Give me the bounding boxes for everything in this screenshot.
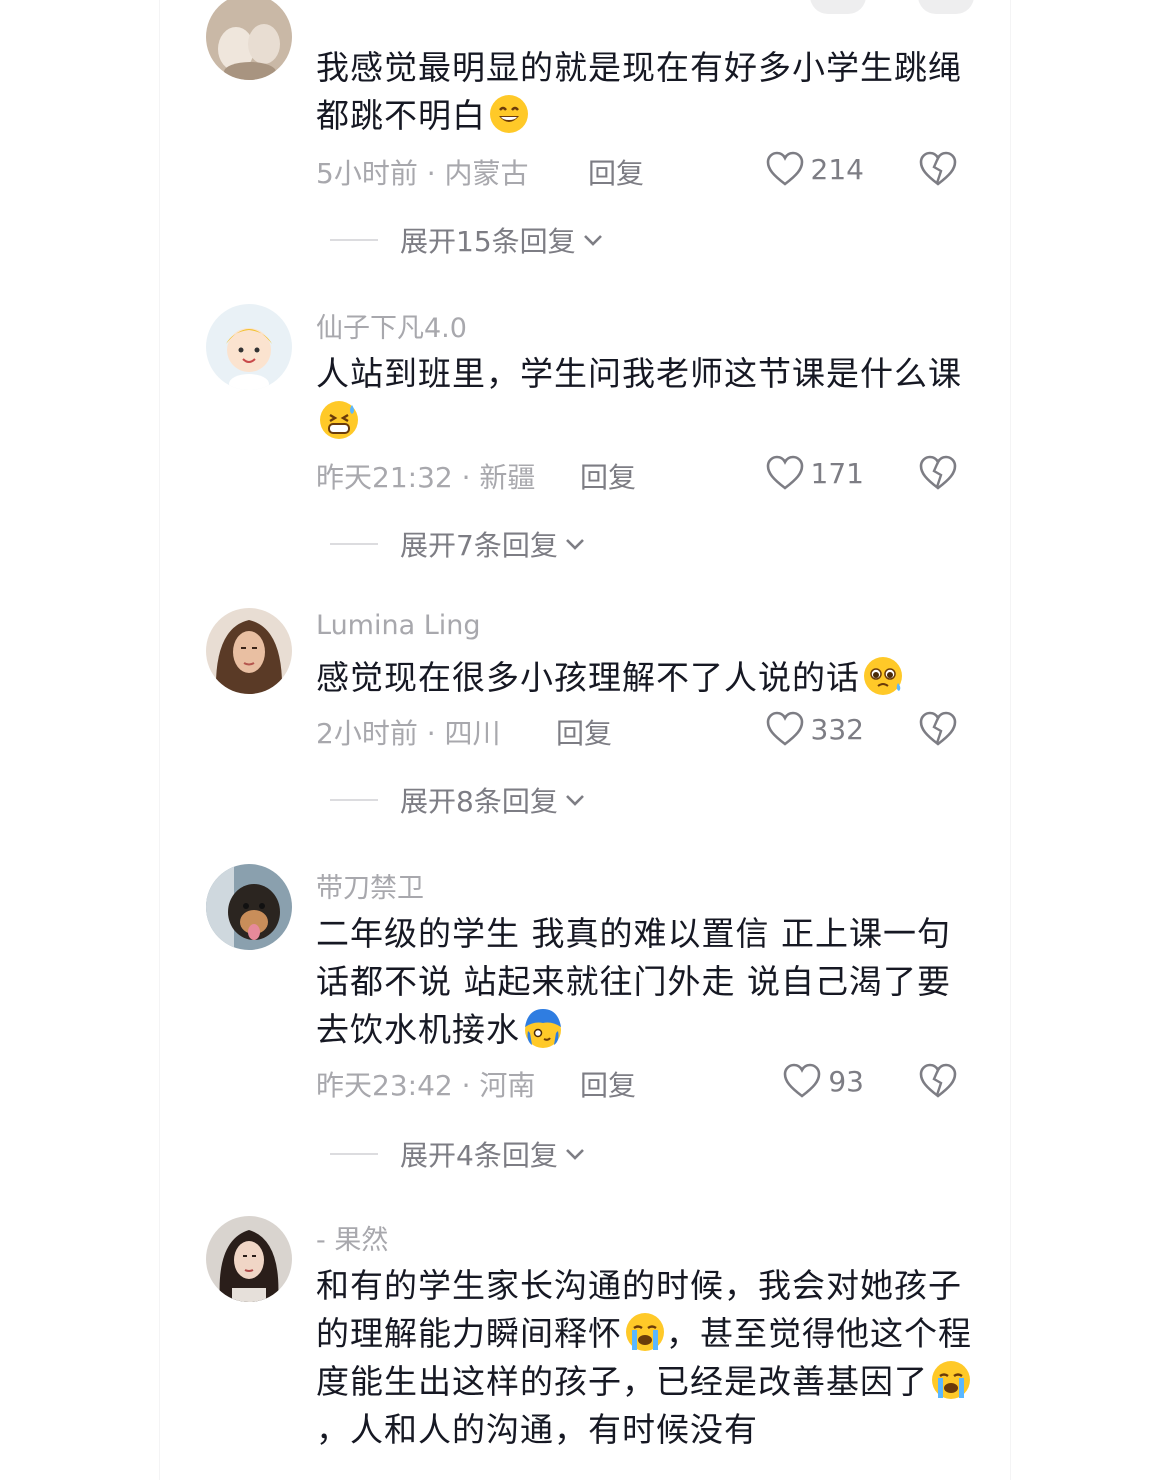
top-action-button-2[interactable] bbox=[918, 0, 974, 14]
broken-heart-icon[interactable] bbox=[918, 1062, 958, 1100]
heart-outline-icon bbox=[766, 711, 803, 746]
like-button[interactable]: 332 bbox=[765, 710, 864, 748]
comment-text: 二年级的学生 我真的难以置信 正上课一句话都不说 站起来就往门外走 说自己渴了要… bbox=[316, 914, 951, 1049]
expand-replies-label: 展开7条回复 bbox=[400, 529, 558, 562]
heart-outline-icon bbox=[784, 1063, 821, 1098]
pleading-face-emoji-icon bbox=[864, 657, 902, 695]
reply-button[interactable]: 回复 bbox=[556, 712, 612, 752]
like-count: 214 bbox=[810, 152, 864, 186]
grinning-sweat-emoji-icon bbox=[320, 401, 358, 439]
comment-username[interactable]: Lumina Ling bbox=[316, 610, 481, 641]
expand-replies-button[interactable]: 展开7条回复 bbox=[330, 524, 588, 564]
chevron-down-icon bbox=[565, 795, 584, 806]
comment-text: 我感觉最明显的就是现在有好多小学生跳绳都跳不明白 bbox=[316, 48, 962, 135]
expand-replies-button[interactable]: 展开4条回复 bbox=[330, 1134, 588, 1174]
grinning-emoji-icon bbox=[490, 95, 528, 133]
comment-username[interactable]: 带刀禁卫 bbox=[316, 866, 424, 905]
chevron-down-icon bbox=[565, 1149, 584, 1160]
avatar-image bbox=[206, 864, 292, 950]
divider-line bbox=[330, 799, 378, 801]
heart-outline-icon bbox=[766, 455, 803, 490]
comment-meta: 昨天23:42 · 河南 bbox=[316, 1069, 536, 1102]
heart-outline-icon bbox=[766, 151, 803, 186]
comment-meta: 2小时前 · 四川 bbox=[316, 717, 501, 750]
avatar-image bbox=[206, 608, 292, 694]
like-count: 171 bbox=[810, 456, 864, 490]
loudly-crying-emoji-icon bbox=[626, 1313, 664, 1351]
avatar[interactable] bbox=[206, 0, 292, 80]
chevron-down-icon bbox=[565, 539, 584, 550]
divider-line bbox=[330, 1153, 378, 1155]
avatar[interactable] bbox=[206, 304, 292, 390]
fainting-face-emoji-icon bbox=[525, 1009, 561, 1048]
expand-replies-label: 展开15条回复 bbox=[400, 225, 576, 258]
chevron-down-icon bbox=[583, 235, 602, 246]
expand-replies-button[interactable]: 展开15条回复 bbox=[330, 220, 606, 260]
like-button[interactable]: 93 bbox=[782, 1062, 864, 1100]
avatar-image bbox=[206, 1216, 292, 1302]
avatar-image bbox=[206, 304, 292, 390]
comments-panel: 我感觉最明显的就是现在有好多小学生跳绳都跳不明白 5小时前 · 内蒙古 回复 2… bbox=[160, 0, 1010, 1480]
expand-replies-button[interactable]: 展开8条回复 bbox=[330, 780, 588, 820]
like-count: 332 bbox=[810, 712, 864, 746]
comment-username[interactable]: - 果然 bbox=[316, 1218, 388, 1257]
reply-button[interactable]: 回复 bbox=[588, 152, 644, 192]
like-button[interactable]: 214 bbox=[765, 150, 864, 188]
like-count: 93 bbox=[828, 1064, 864, 1098]
reply-button[interactable]: 回复 bbox=[580, 1064, 636, 1104]
reply-button[interactable]: 回复 bbox=[580, 456, 636, 496]
broken-heart-icon[interactable] bbox=[918, 454, 958, 492]
comment-meta: 昨天21:32 · 新疆 bbox=[316, 461, 536, 494]
divider-line bbox=[330, 239, 378, 241]
comment-username[interactable]: 仙子下凡4.0 bbox=[316, 306, 467, 345]
comment-text: 感觉现在很多小孩理解不了人说的话 bbox=[316, 658, 860, 697]
loudly-crying-emoji-icon bbox=[932, 1361, 970, 1399]
comment-text-part: ，人和人的沟通，有时候没有 bbox=[316, 1410, 758, 1449]
broken-heart-icon[interactable] bbox=[918, 710, 958, 748]
comment-text: 人站到班里，学生问我老师这节课是什么课 bbox=[316, 354, 962, 393]
avatar[interactable] bbox=[206, 864, 292, 950]
divider-line bbox=[330, 543, 378, 545]
top-action-button-1[interactable] bbox=[810, 0, 866, 14]
like-button[interactable]: 171 bbox=[765, 454, 864, 492]
broken-heart-icon[interactable] bbox=[918, 150, 958, 188]
avatar[interactable] bbox=[206, 1216, 292, 1302]
expand-replies-label: 展开4条回复 bbox=[400, 1139, 558, 1172]
avatar-image bbox=[206, 0, 292, 80]
comment-meta: 5小时前 · 内蒙古 bbox=[316, 157, 529, 190]
expand-replies-label: 展开8条回复 bbox=[400, 785, 558, 818]
avatar[interactable] bbox=[206, 608, 292, 694]
